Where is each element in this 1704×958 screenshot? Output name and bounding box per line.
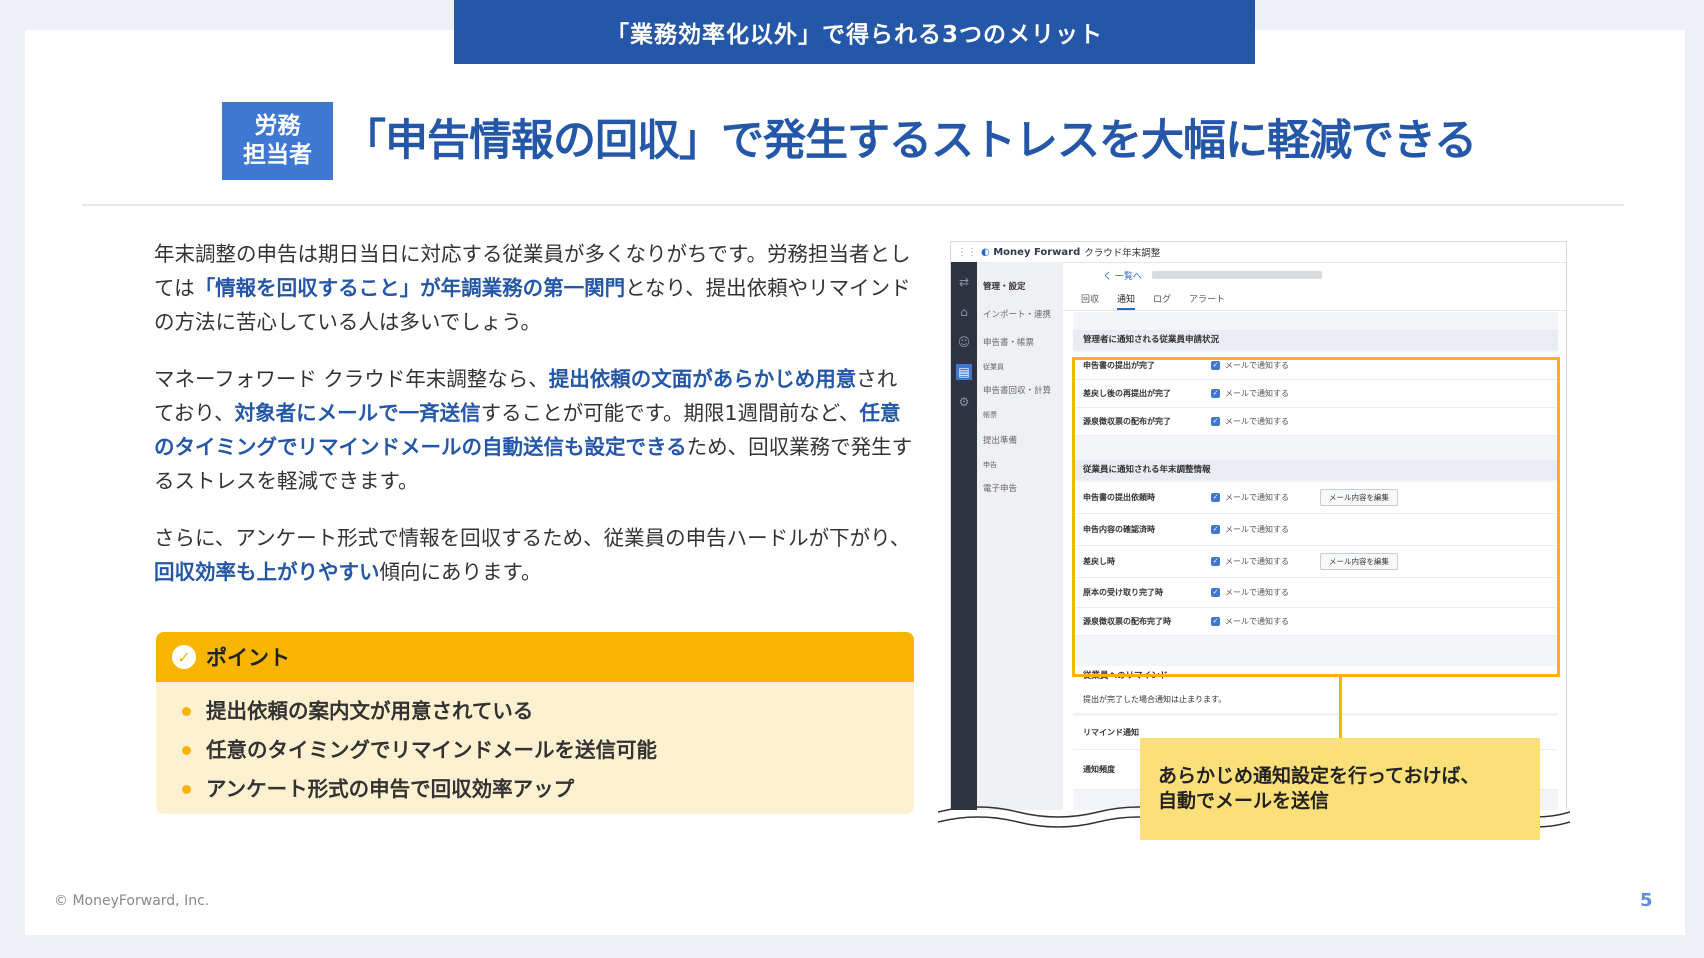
point-item: アンケート形式の申告で回収効率アップ — [182, 770, 914, 809]
point-item: 任意のタイミングでリマインドメールを送信可能 — [182, 731, 914, 770]
tab[interactable]: アラート — [1189, 290, 1225, 310]
title-divider — [82, 204, 1624, 206]
page-number: 5 — [1640, 890, 1653, 911]
highlight-frame — [1072, 357, 1560, 677]
side-item[interactable]: 申告書・帳票 — [983, 336, 1034, 348]
remind-note: 提出が完了した場合通知は止まります。 — [1073, 686, 1558, 714]
body-text: 年末調整の申告は期日当日に対応する従業員が多くなりがちです。労務担当者としては「… — [154, 237, 914, 612]
paragraph-1: 年末調整の申告は期日当日に対応する従業員が多くなりがちです。労務担当者としては「… — [154, 237, 914, 339]
callout-line2: 自動でメールを送信 — [1158, 790, 1330, 812]
highlight-text: 提出依頼の文面があらかじめ用意 — [548, 367, 857, 391]
point-header: ✓ ポイント — [156, 632, 914, 682]
callout-connector — [1339, 677, 1342, 739]
highlight-text: 「情報を回収すること」が年調業務の第一関門 — [194, 276, 626, 300]
expand-icon[interactable]: ⇄ — [956, 274, 972, 290]
side-menu: 管理・設定 インポート・連携 申告書・帳票 従業員 申告書回収・計算 帳票 提出… — [977, 262, 1063, 820]
text-span: さらに、アンケート形式で情報を回収するため、従業員の申告ハードルが下がり、 — [154, 526, 911, 550]
point-item: 提出依頼の案内文が用意されている — [182, 692, 914, 731]
document-icon[interactable]: ▤ — [956, 364, 972, 380]
role-badge-line1: 労務 — [254, 113, 301, 139]
highlight-text: 回収効率も上がりやすい — [154, 560, 380, 584]
callout-line1: あらかじめ通知設定を行っておけば、 — [1158, 765, 1480, 787]
tab-active[interactable]: 通知 — [1117, 290, 1136, 310]
role-badge: 労務 担当者 — [222, 102, 333, 180]
app-grid-icon[interactable]: ⋮⋮ — [957, 247, 977, 258]
home-icon[interactable]: ⌂ — [956, 304, 972, 320]
back-link[interactable]: く 一覧へ — [1103, 269, 1142, 282]
app-name: クラウド年末調整 — [1084, 248, 1161, 259]
side-group: 帳票 — [983, 411, 997, 419]
icon-rail: ⇄ ⌂ ☺ ▤ ⚙ — [951, 262, 977, 820]
money-forward-logo: ◐ Money Forward — [981, 246, 1081, 258]
side-item[interactable]: 電子申告 — [983, 482, 1017, 494]
side-item[interactable]: 管理・設定 — [983, 280, 1026, 292]
top-banner: 「業務効率化以外」で得られる3つのメリット — [454, 0, 1255, 64]
callout-box: あらかじめ通知設定を行っておけば、 自動でメールを送信 — [1140, 738, 1540, 840]
point-list: 提出依頼の案内文が用意されている 任意のタイミングでリマインドメールを送信可能 … — [156, 682, 914, 809]
breadcrumb: く 一覧へ — [1063, 264, 1566, 286]
page-title: 「申告情報の回収」で発生するストレスを大幅に軽減できる — [343, 116, 1477, 166]
highlight-text: 対象者にメールで一斉送信 — [234, 401, 481, 425]
section-heading: 管理者に通知される従業員申請状況 — [1073, 330, 1558, 350]
check-circle-icon: ✓ — [172, 645, 196, 669]
side-item[interactable]: インポート・連携 — [983, 308, 1051, 320]
paragraph-2: マネーフォワード クラウド年末調整なら、提出依頼の文面があらかじめ用意されており… — [154, 362, 914, 498]
paragraph-3: さらに、アンケート形式で情報を回収するため、従業員の申告ハードルが下がり、回収効… — [154, 521, 914, 589]
text-span: 傾向にあります。 — [379, 560, 542, 584]
copyright: © MoneyForward, Inc. — [54, 893, 210, 909]
side-item[interactable]: 申告書回収・計算 — [983, 384, 1051, 396]
text-span: することが可能です。期限1週間前など、 — [480, 401, 860, 425]
side-group: 従業員 — [983, 363, 1004, 371]
role-badge-line2: 担当者 — [243, 142, 312, 168]
side-item[interactable]: 提出準備 — [983, 434, 1017, 446]
tab[interactable]: ログ — [1153, 290, 1171, 310]
user-icon[interactable]: ☺ — [956, 334, 972, 350]
text-span: マネーフォワード クラウド年末調整なら、 — [154, 367, 549, 391]
app-topbar: ⋮⋮ ◐ Money Forward クラウド年末調整 — [951, 242, 1566, 263]
tab[interactable]: 回収 — [1081, 290, 1099, 310]
point-box: ✓ ポイント 提出依頼の案内文が用意されている 任意のタイミングでリマインドメー… — [156, 632, 914, 814]
tab-bar: 回収 通知 ログ アラート — [1063, 290, 1566, 311]
side-group: 申告 — [983, 461, 997, 469]
point-heading: ポイント — [206, 646, 290, 670]
gear-icon[interactable]: ⚙ — [956, 394, 972, 410]
